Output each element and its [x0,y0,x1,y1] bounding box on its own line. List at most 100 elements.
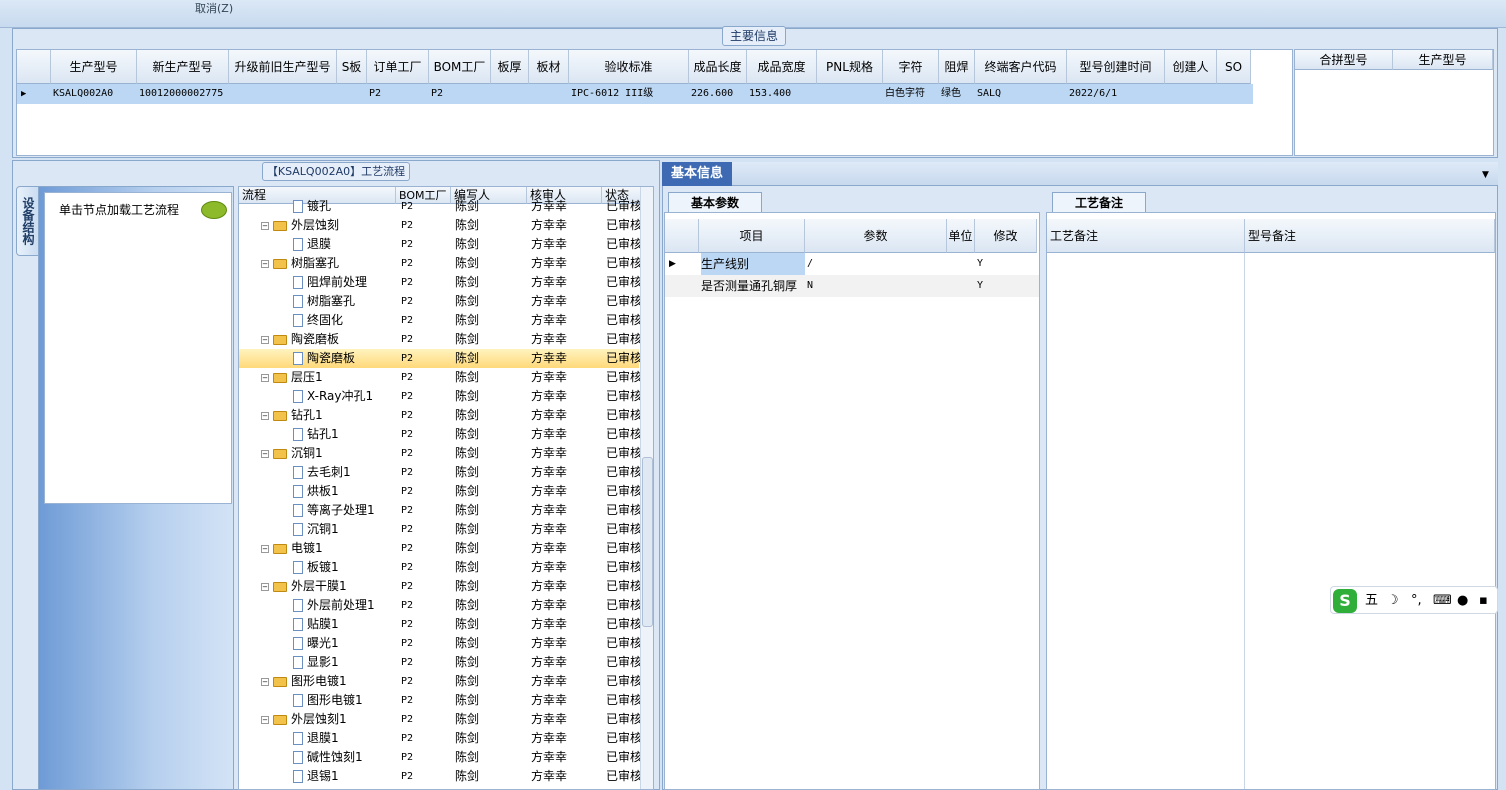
collapse-icon[interactable]: − [261,373,269,382]
tree-node[interactable]: 曝光1 [293,634,396,653]
col-header[interactable]: 板厚 [491,50,529,84]
table-cell[interactable]: 226.600 [691,84,747,104]
tree-row[interactable]: 镀孔 P2 陈剑 方幸幸 已审核 [239,197,640,216]
moon-icon[interactable]: ☽ [1387,587,1399,615]
col-header[interactable]: 板材 [529,50,569,84]
tree-node[interactable]: 外层前处理1 [293,596,396,615]
tree-row[interactable]: − 陶瓷磨板 P2 陈剑 方幸幸 已审核 [239,330,640,349]
tree-row[interactable]: 退膜1 P2 陈剑 方幸幸 已审核 [239,729,640,748]
cell-param[interactable]: / [807,253,945,275]
tree-row[interactable]: 板镀1 P2 陈剑 方幸幸 已审核 [239,558,640,577]
cell-item[interactable]: 生产线别 [701,253,805,275]
collapse-icon[interactable]: − [261,582,269,591]
tree-row[interactable]: − 外层干膜1 P2 陈剑 方幸幸 已审核 [239,577,640,596]
tree-row[interactable]: 等离子处理1 P2 陈剑 方幸幸 已审核 [239,501,640,520]
tree-node[interactable]: − 图形电镀1 [261,672,396,691]
tree-row[interactable]: − 图形电镀1 P2 陈剑 方幸幸 已审核 [239,672,640,691]
col-header[interactable]: 型号备注 [1245,219,1495,253]
ime-mode-label[interactable]: 五 [1365,587,1378,615]
table-cell[interactable]: 153.400 [749,84,817,104]
tab-process-remarks[interactable]: 工艺备注 [1052,192,1146,212]
grid-menu-icon[interactable]: ▪ [1479,587,1488,615]
param-row[interactable]: 是否测量通孔铜厚 N Y [665,275,1039,297]
tree-row[interactable]: 退锡1 P2 陈剑 方幸幸 已审核 [239,767,640,786]
col-header[interactable]: 生产型号 [51,50,137,84]
col-header[interactable]: 成品长度 [689,50,747,84]
collapse-icon[interactable]: − [261,221,269,230]
col-header[interactable]: 创建人 [1165,50,1217,84]
col-header[interactable]: 项目 [699,219,805,253]
tree-row[interactable]: 终固化 P2 陈剑 方幸幸 已审核 [239,311,640,330]
col-header[interactable]: SO [1217,50,1251,84]
tree-node[interactable]: − 电镀1 [261,539,396,558]
cell-param[interactable]: N [807,275,945,297]
cell-item[interactable]: 是否测量通孔铜厚 [701,275,805,297]
tree-row[interactable]: 贴膜1 P2 陈剑 方幸幸 已审核 [239,615,640,634]
tree-node[interactable]: − 外层蚀刻1 [261,710,396,729]
param-row[interactable]: ▶ 生产线别 / Y [665,253,1039,275]
cancel-label[interactable]: 取消(Z) [195,0,233,16]
tree-row[interactable]: 图形电镀1 P2 陈剑 方幸幸 已审核 [239,691,640,710]
tree-row[interactable]: 烘板1 P2 陈剑 方幸幸 已审核 [239,482,640,501]
col-header[interactable]: 生产型号 [1393,50,1493,70]
tree-node[interactable]: − 外层干膜1 [261,577,396,596]
tree-row[interactable]: − 电镀1 P2 陈剑 方幸幸 已审核 [239,539,640,558]
tree-node[interactable]: 碱性蚀刻1 [293,748,396,767]
tree-node[interactable]: 退锡1 [293,767,396,786]
table-cell[interactable]: IPC-6012 III级 [571,84,689,104]
tree-node[interactable]: − 沉铜1 [261,444,396,463]
dropdown-arrow-icon[interactable]: ▼ [1482,170,1489,180]
col-header[interactable]: 升级前旧生产型号 [229,50,337,84]
tree-node[interactable]: 沉铜1 [293,520,396,539]
tree-node[interactable]: 显影1 [293,653,396,672]
collapse-icon[interactable]: − [261,259,269,268]
scrollbar-thumb[interactable] [642,457,653,627]
tree-node[interactable]: 烘板1 [293,482,396,501]
table-cell[interactable]: SALQ [977,84,1067,104]
table-cell[interactable]: 绿色 [941,84,975,104]
col-header[interactable]: 阻焊 [939,50,975,84]
col-header[interactable]: 参数 [805,219,947,253]
tree-row[interactable]: 去毛刺1 P2 陈剑 方幸幸 已审核 [239,463,640,482]
tree-node[interactable]: 钻孔1 [293,425,396,444]
table-row[interactable]: ▶ KSALQ002A0 10012000002775 P2 P2 IPC-6012 I… [17,84,1253,104]
tree-node[interactable]: 去毛刺1 [293,463,396,482]
flow-tree-grid[interactable]: 流程 BOM工厂 编写人 核审人 状态 镀孔 P2 陈剑 方幸幸 已审核 − 外层蚀刻 P2 陈… [238,186,654,790]
tree-node[interactable]: − 层压1 [261,368,396,387]
remarks-grid[interactable]: 工艺备注 型号备注 [1046,212,1496,790]
tree-node[interactable]: 等离子处理1 [293,501,396,520]
tab-basic-params[interactable]: 基本参数 [668,192,762,212]
col-header[interactable]: 合拼型号 [1295,50,1393,70]
cell-edit[interactable]: Y [977,275,1035,297]
col-header[interactable]: 终端客户代码 [975,50,1067,84]
ime-toolbar[interactable]: S 五 ☽ °, ⌨ ● ▪ [1330,586,1498,614]
tree-node[interactable]: 板镀1 [293,558,396,577]
tree-node[interactable]: 图形电镀1 [293,691,396,710]
tree-node[interactable]: − 外层蚀刻 [261,216,396,235]
collapse-icon[interactable]: − [261,677,269,686]
tree-node[interactable]: X-Ray冲孔1 [293,387,396,406]
tree-row[interactable]: − 层压1 P2 陈剑 方幸幸 已审核 [239,368,640,387]
collapse-icon[interactable]: − [261,411,269,420]
table-cell[interactable]: P2 [369,84,429,104]
tree-row[interactable]: − 钻孔1 P2 陈剑 方幸幸 已审核 [239,406,640,425]
table-cell[interactable]: KSALQ002A0 [53,84,137,104]
col-header[interactable]: 修改 [975,219,1037,253]
tree-row[interactable]: − 树脂塞孔 P2 陈剑 方幸幸 已审核 [239,254,640,273]
tree-node[interactable]: 退膜 [293,235,396,254]
col-header[interactable]: 工艺备注 [1047,219,1245,253]
tree-row[interactable]: 陶瓷磨板 P2 陈剑 方幸幸 已审核 [239,349,640,368]
table-cell[interactable]: 2022/6/1 [1069,84,1165,104]
tree-row[interactable]: 外层前处理1 P2 陈剑 方幸幸 已审核 [239,596,640,615]
col-header[interactable]: 单位 [947,219,975,253]
tree-node[interactable]: 树脂塞孔 [293,292,396,311]
table-cell[interactable]: P2 [431,84,491,104]
col-header[interactable]: BOM工厂 [429,50,491,84]
tab-equipment-structure[interactable]: 设备结构 [16,186,40,256]
cell-edit[interactable]: Y [977,253,1035,275]
tree-row[interactable]: 碱性蚀刻1 P2 陈剑 方幸幸 已审核 [239,748,640,767]
tree-row[interactable]: 曝光1 P2 陈剑 方幸幸 已审核 [239,634,640,653]
punctuation-icon[interactable]: °, [1411,587,1422,615]
tree-row[interactable]: − 外层蚀刻 P2 陈剑 方幸幸 已审核 [239,216,640,235]
tree-node[interactable]: 终固化 [293,311,396,330]
